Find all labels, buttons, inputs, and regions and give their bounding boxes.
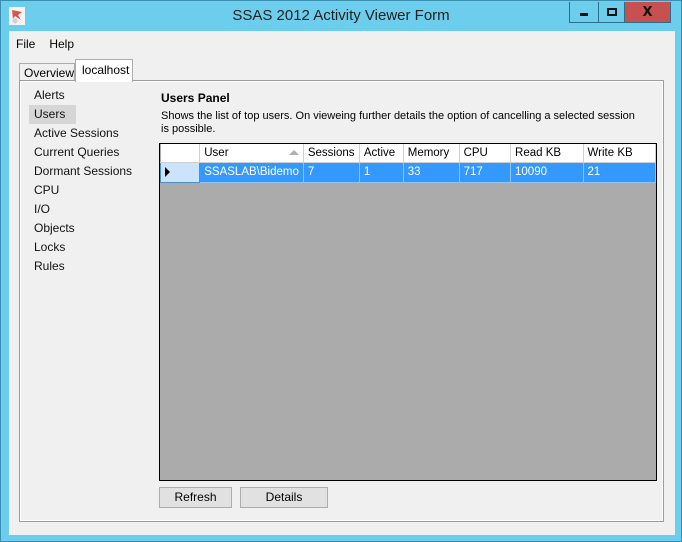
column-header-cpu[interactable]: CPU	[459, 144, 512, 163]
row-header-corner[interactable]	[160, 144, 201, 163]
nav-item-locks[interactable]: Locks	[29, 238, 159, 257]
menu-help[interactable]: Help	[42, 33, 81, 55]
client-area: File Help Overview localhost Alerts User…	[9, 31, 675, 535]
tab-page-localhost: Alerts Users Active Sessions Current Que…	[19, 80, 664, 522]
close-icon: X	[642, 4, 653, 20]
panel-description: Shows the list of top users. On vieweing…	[161, 110, 635, 135]
menu-file[interactable]: File	[9, 33, 42, 55]
menu-bar: File Help	[9, 33, 81, 55]
cell-active[interactable]: 1	[359, 162, 404, 183]
nav-item-cpu[interactable]: CPU	[29, 181, 159, 200]
refresh-button[interactable]: Refresh	[159, 487, 232, 508]
title-bar[interactable]: SSAS 2012 Activity Viewer Form X	[1, 1, 681, 31]
minimize-button[interactable]	[570, 2, 598, 22]
table-row[interactable]: SSASLAB\Bidemo 7 1 33 717 10090 21	[160, 161, 656, 183]
column-header-write-kb[interactable]: Write KB	[583, 144, 656, 163]
tab-page-content: Alerts Users Active Sessions Current Que…	[21, 82, 662, 520]
nav-item-users[interactable]: Users	[29, 105, 76, 124]
nav-item-current-queries[interactable]: Current Queries	[29, 143, 159, 162]
cell-read-kb[interactable]: 10090	[510, 162, 584, 183]
users-grid[interactable]: User Sessions Active Memory CPU Read KB …	[159, 143, 657, 481]
column-header-sessions[interactable]: Sessions	[303, 144, 360, 163]
nav-item-alerts[interactable]: Alerts	[29, 86, 159, 105]
tab-overview[interactable]: Overview	[19, 63, 75, 81]
column-header-read-kb[interactable]: Read KB	[510, 144, 584, 163]
tab-localhost[interactable]: localhost	[75, 59, 133, 82]
row-header[interactable]	[160, 161, 201, 183]
nav-item-dormant-sessions[interactable]: Dormant Sessions	[29, 162, 159, 181]
sort-ascending-icon	[288, 150, 299, 155]
minimize-icon	[580, 12, 588, 16]
cell-user[interactable]: SSASLAB\Bidemo	[199, 162, 304, 183]
nav-item-active-sessions[interactable]: Active Sessions	[29, 124, 159, 143]
users-table: User Sessions Active Memory CPU Read KB …	[160, 144, 656, 183]
maximize-button[interactable]	[598, 2, 624, 22]
column-header-user[interactable]: User	[199, 144, 304, 163]
cell-memory[interactable]: 33	[403, 162, 460, 183]
column-header-label: User	[204, 146, 229, 159]
nav-list: Alerts Users Active Sessions Current Que…	[29, 86, 159, 276]
window-controls: X	[569, 2, 671, 23]
nav-item-objects[interactable]: Objects	[29, 219, 159, 238]
maximize-icon	[606, 8, 617, 16]
cell-sessions[interactable]: 7	[303, 162, 360, 183]
column-header-active[interactable]: Active	[359, 144, 404, 163]
nav-item-rules[interactable]: Rules	[29, 257, 159, 276]
details-button[interactable]: Details	[240, 487, 328, 508]
close-button[interactable]: X	[624, 2, 670, 22]
header-row: User Sessions Active Memory CPU Read KB …	[160, 144, 656, 163]
app-window: SSAS 2012 Activity Viewer Form X File He…	[0, 0, 682, 542]
panel-title: Users Panel	[161, 91, 230, 105]
column-header-memory[interactable]: Memory	[403, 144, 460, 163]
cell-cpu[interactable]: 717	[459, 162, 512, 183]
current-row-icon	[165, 166, 170, 177]
cell-write-kb[interactable]: 21	[583, 162, 656, 183]
nav-item-io[interactable]: I/O	[29, 200, 159, 219]
